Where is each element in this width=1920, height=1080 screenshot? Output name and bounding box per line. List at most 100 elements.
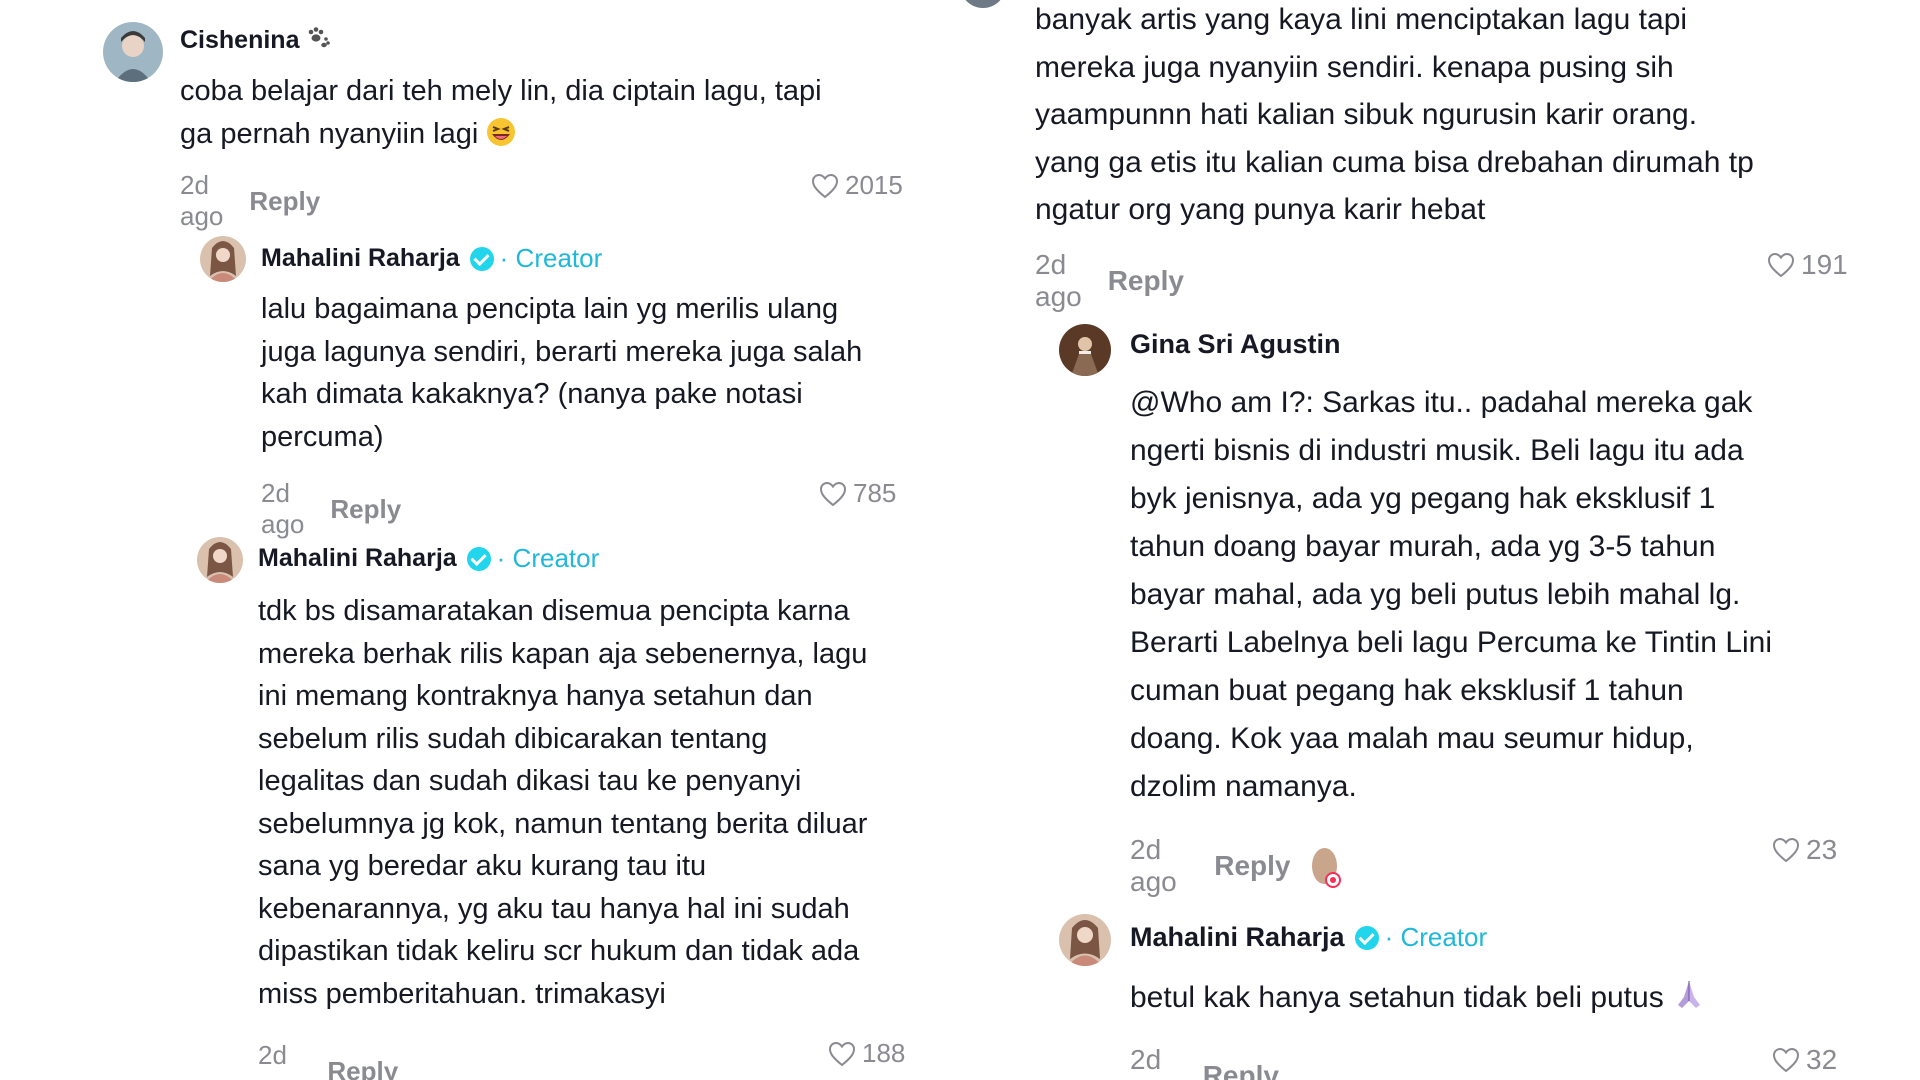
timestamp: 2d ago	[180, 170, 224, 231]
timestamp: 2d ago	[261, 478, 305, 539]
reply-text-line: kah dimata kakaknya? (nanya pake notasi	[261, 378, 803, 410]
reply-text-line: ini memang kontraknya hanya setahun dan	[258, 680, 813, 712]
avatar[interactable]	[200, 236, 246, 282]
creator-label: · Creator	[496, 543, 600, 573]
like-count: 188	[862, 1038, 906, 1068]
timestamp: 2d ago	[258, 1040, 301, 1080]
reply-text-line: Berarti Labelnya beli lagu Percuma ke Ti…	[1130, 626, 1773, 659]
comment-text-line: yaampunnn hati kalian sibuk ngurusin kar…	[1035, 98, 1698, 131]
like-button[interactable]: 23	[1772, 834, 1837, 866]
username-text: Mahalini Raharja	[261, 244, 460, 272]
comment-text-line: yang ga etis itu kalian cuma bisa drebah…	[1035, 145, 1754, 179]
reply-text: betul kak hanya setahun tidak beli putus	[1130, 974, 1880, 1026]
reply-text-line: bayar mahal, ada yg beli putus lebih mah…	[1130, 578, 1741, 611]
heart-icon	[1767, 252, 1795, 278]
username-text: Mahalini Raharja	[1130, 922, 1345, 952]
verified-badge-icon	[469, 246, 494, 271]
creator-label: · Creator	[499, 243, 603, 273]
reply-text-line: legalitas dan sudah dikasi tau ke penyan…	[258, 765, 802, 797]
creator-label: · Creator	[1384, 922, 1488, 952]
reply-button[interactable]: Reply	[1214, 850, 1290, 882]
reply-username[interactable]: Mahalini Raharja · Creator	[258, 543, 599, 574]
left-margin	[0, 0, 83, 1080]
reply-text-line: sebelumnya jg kok, namun tentang berita …	[258, 807, 868, 840]
reply-meta: 2d ago Reply	[1130, 834, 1341, 898]
reply-text: @Who am I?: Sarkas itu.. padahal mereka …	[1130, 379, 1880, 811]
like-count: 23	[1806, 834, 1838, 865]
folded-hands-emoji	[1672, 977, 1706, 1026]
comment-meta: 2d ago Reply	[180, 170, 320, 232]
reply-text-line: tdk bs disamaratakan disemua pencipta ka…	[258, 595, 850, 627]
username-text: Cishenina	[180, 26, 300, 54]
reply-text-line: ngerti bisnis di industri musik. Beli la…	[1130, 434, 1744, 467]
right-comment-panel: banyak artis yang kaya lini menciptakan …	[960, 0, 1885, 1080]
reply-text-line: cuman buat pegang hak eksklusif 1 tahun	[1130, 674, 1684, 707]
comment-text: banyak artis yang kaya lini menciptakan …	[1035, 0, 1875, 234]
like-count: 32	[1806, 1044, 1838, 1075]
timestamp: 2d ago	[1130, 834, 1177, 897]
reply-text-line: @Who am I?: Sarkas itu.. padahal mereka …	[1130, 386, 1753, 419]
reply-text-content: betul kak hanya setahun tidak beli putus	[1130, 981, 1664, 1014]
like-button[interactable]: 785	[819, 478, 896, 509]
reply-text-line: sana yg beredar aku kurang tau itu	[258, 850, 707, 882]
verified-badge-icon	[1354, 925, 1379, 950]
reply-username[interactable]: Gina Sri Agustin	[1130, 329, 1341, 360]
comment-text-line: ngatur org yang punya karir hebat	[1035, 193, 1486, 226]
like-count: 785	[853, 478, 897, 508]
heart-icon	[1772, 1047, 1800, 1073]
reply-meta: 2d ago Reply	[258, 1040, 398, 1080]
avatar-partial[interactable]	[960, 0, 1006, 8]
reply-username[interactable]: Mahalini Raharja · Creator	[1130, 922, 1487, 953]
heart-icon	[819, 481, 847, 506]
like-count: 2015	[845, 170, 903, 200]
avatar[interactable]	[1059, 914, 1111, 966]
like-button[interactable]: 32	[1772, 1044, 1837, 1076]
creator-liked-avatar	[1312, 848, 1341, 888]
grinning-squint-emoji	[486, 117, 516, 160]
reply-text-line: percuma)	[261, 420, 384, 453]
heart-icon	[828, 1041, 856, 1066]
reply-text-line: dipastikan tidak keliru scr hukum dan ti…	[258, 935, 860, 967]
reply-text-line: dzolim namanya.	[1130, 770, 1357, 803]
reply-text-line: mereka berhak rilis kapan aja sebenernya…	[258, 637, 868, 670]
avatar[interactable]	[197, 537, 243, 583]
username-text: Gina Sri Agustin	[1130, 329, 1341, 359]
reply-text: tdk bs disamaratakan disemua pencipta ka…	[258, 590, 908, 1015]
reply-button[interactable]: Reply	[1108, 265, 1184, 297]
reply-button[interactable]: Reply	[330, 494, 401, 525]
reply-text-line: doang. Kok yaa malah mau seumur hidup,	[1130, 722, 1694, 755]
comment-username[interactable]: Cishenina	[180, 26, 331, 55]
reply-button[interactable]: Reply	[1203, 1060, 1279, 1080]
reply-text-line: lalu bagaimana pencipta lain yg merilis …	[261, 293, 839, 325]
timestamp: 2d ago	[1130, 1044, 1177, 1080]
heart-icon	[811, 173, 839, 198]
reply-meta: 2d ago Reply	[1130, 1044, 1279, 1080]
reply-username[interactable]: Mahalini Raharja · Creator	[261, 243, 602, 274]
reply-text-line: tahun doang bayar murah, ada yg 3-5 tahu…	[1130, 530, 1716, 563]
comment-text: coba belajar dari teh mely lin, dia cipt…	[180, 70, 860, 159]
timestamp: 2d ago	[1035, 249, 1082, 312]
reply-button[interactable]: Reply	[249, 186, 320, 217]
like-count: 191	[1801, 249, 1848, 280]
comment-text-line: mereka juga nyanyiin sendiri. kenapa pus…	[1035, 50, 1674, 84]
comment-text-line: banyak artis yang kaya lini menciptakan …	[1035, 3, 1688, 36]
reply-button[interactable]: Reply	[327, 1056, 398, 1080]
reply-text-line: kebenarannya, yg aku tau hanya hal ini s…	[258, 892, 850, 925]
username-text: Mahalini Raharja	[258, 544, 457, 572]
liked-by-creator-heart-icon	[1324, 872, 1341, 888]
comment-meta: 2d ago Reply	[1035, 249, 1184, 313]
paw-icon	[305, 26, 331, 55]
avatar[interactable]	[103, 22, 163, 82]
verified-badge-icon	[466, 546, 491, 571]
reply-meta: 2d ago Reply	[261, 478, 401, 540]
reply-text-line: byk jenisnya, ada yg pegang hak eksklusi…	[1130, 482, 1716, 515]
avatar[interactable]	[1059, 324, 1111, 376]
reply-text-line: miss pemberitahuan. trimakasyi	[258, 977, 666, 1010]
like-button[interactable]: 191	[1767, 249, 1848, 281]
like-button[interactable]: 2015	[811, 170, 903, 201]
heart-icon	[1772, 837, 1800, 863]
left-comment-panel: Cishenina coba belajar dari teh mely lin…	[83, 0, 923, 1080]
reply-text-line: juga lagunya sendiri, berarti mereka jug…	[261, 335, 863, 368]
reply-text: lalu bagaimana pencipta lain yg merilis …	[261, 288, 901, 458]
like-button[interactable]: 188	[828, 1038, 905, 1069]
